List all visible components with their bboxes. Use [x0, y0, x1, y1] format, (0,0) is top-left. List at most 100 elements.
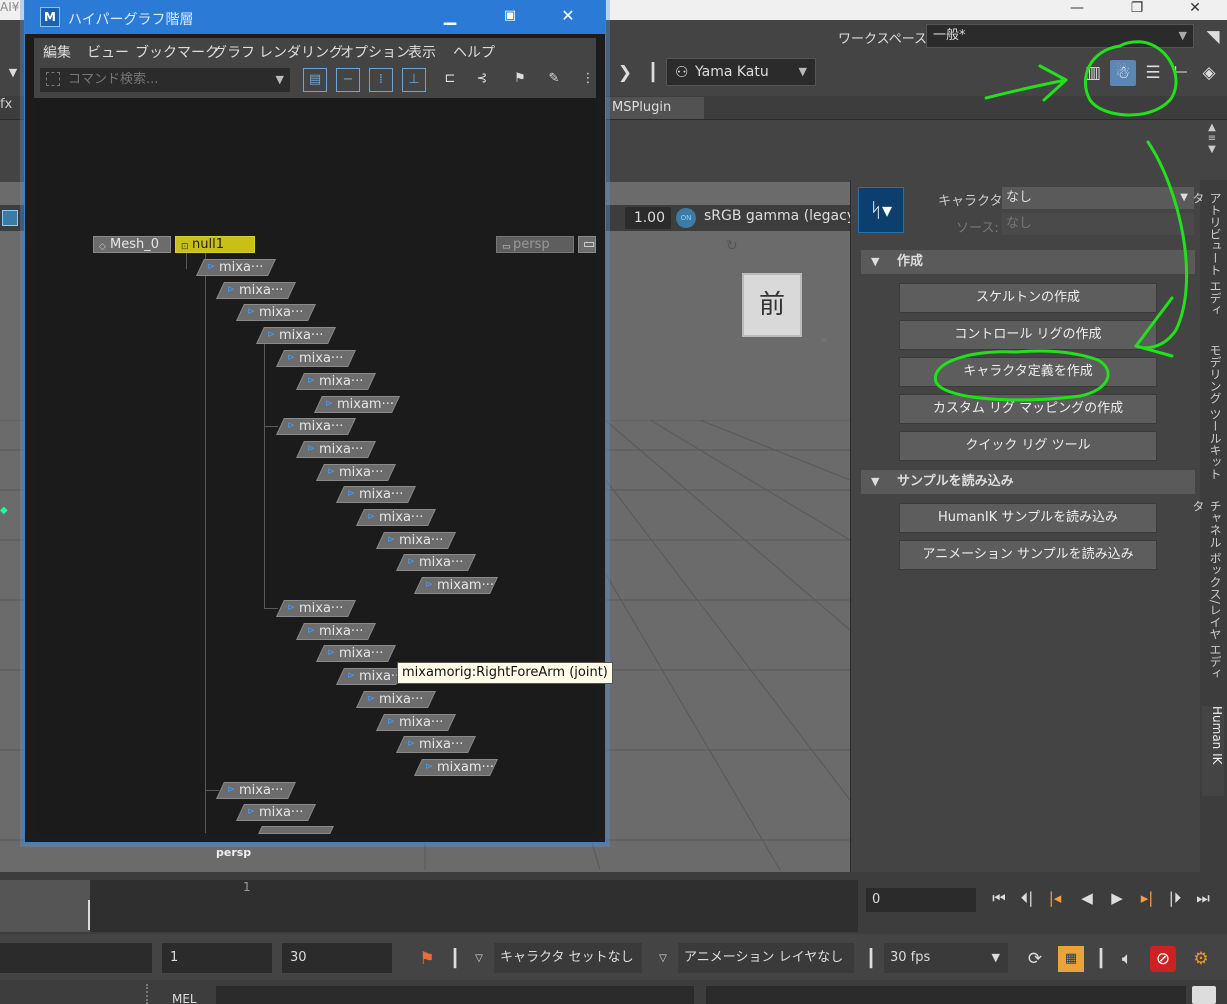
create-control-rig-button[interactable]: コントロール リグの作成	[899, 320, 1157, 350]
menu-help[interactable]: ヘルプ	[453, 42, 495, 62]
section-create[interactable]: ▼ 作成	[861, 250, 1195, 274]
step-forward-icon[interactable]: |⏵	[1162, 886, 1188, 910]
tool-settings-toggle-icon[interactable]: ⊢	[1168, 60, 1194, 86]
cache-toggle-icon[interactable]: ⊘	[1150, 946, 1176, 972]
hg-minimize-button[interactable]: ▁	[430, 4, 470, 30]
hypergraph-canvas[interactable]	[34, 98, 596, 834]
collapse-icon[interactable]: −	[336, 68, 360, 92]
frame-hierarchy-icon[interactable]: ⁞	[369, 68, 393, 92]
settings-runner-icon[interactable]: ⚙	[1188, 946, 1214, 972]
workspace-lock-icon[interactable]: ◥	[1200, 24, 1226, 50]
menu-graph[interactable]: グラフ	[213, 42, 255, 62]
channel-box-toggle-icon[interactable]: ◈	[1196, 60, 1222, 86]
fps-select[interactable]: 30 fps ▼	[884, 943, 1008, 973]
viewcube[interactable]: 前	[742, 273, 802, 337]
dropdown-icon[interactable]: ▼	[0, 60, 26, 86]
restore-button[interactable]: ❐	[1114, 0, 1160, 20]
user-account-button[interactable]: ⚇ Yama Katu ▼	[666, 58, 816, 86]
humanik-logo-icon[interactable]: ᛋ▾	[858, 187, 904, 233]
joint-node[interactable]: ⊳ mixa···	[356, 691, 436, 708]
playback-end-field[interactable]: 30	[282, 943, 392, 973]
node-offscreen[interactable]: ▭	[578, 236, 596, 253]
script-editor-icon[interactable]	[1192, 986, 1216, 1004]
edit-bookmark-icon[interactable]: ✎	[542, 68, 566, 92]
load-humanik-sample-button[interactable]: HumanIK サンプルを読み込み	[899, 503, 1157, 533]
menu-view[interactable]: ビュー	[87, 42, 129, 62]
hg-maximize-button[interactable]: ▣	[490, 4, 530, 30]
tab-human-ik[interactable]: Human IK	[1202, 706, 1224, 796]
joint-node[interactable]: ⊳ mixam···	[414, 759, 498, 776]
joint-node[interactable]: ⊳ mixa···	[216, 782, 296, 799]
animation-layer-select[interactable]: アニメーション レイヤなし	[678, 943, 854, 973]
menu-rendering[interactable]: レンダリング	[259, 42, 343, 62]
play-forward-icon[interactable]: ▶	[1104, 886, 1130, 910]
joint-node[interactable]: ⊳ mixa···	[296, 623, 376, 640]
color-space-label[interactable]: sRGB gamma (legacy)	[704, 208, 850, 224]
mel-label[interactable]: MEL	[172, 992, 197, 1004]
menu-options[interactable]: オプション	[340, 42, 410, 62]
tab-channel-box[interactable]: チャネル ボックス/レイヤ エディタ	[1191, 500, 1224, 690]
step-back-icon[interactable]: ⏴|	[1014, 886, 1040, 910]
joint-node[interactable]: ⊳ mixa···	[276, 600, 356, 617]
character-select[interactable]: なし ▼	[1002, 187, 1194, 209]
menu-show[interactable]: 表示	[408, 42, 436, 62]
character-set-select[interactable]: キャラクタ セットなし	[494, 943, 642, 973]
hg-close-button[interactable]: ✕	[548, 4, 588, 30]
joint-node[interactable]: ⊳ mixa···	[396, 736, 476, 753]
menu-edit[interactable]: 編集	[43, 42, 71, 62]
source-select[interactable]: なし	[1002, 213, 1194, 235]
joint-node[interactable]: ⊳ mixa···	[376, 532, 456, 549]
auto-key-icon[interactable]: ▦	[1058, 946, 1084, 972]
workspace-select[interactable]: 一般* ▼	[926, 24, 1194, 48]
frame-all-icon[interactable]: ▤	[303, 68, 327, 92]
close-button[interactable]: ✕	[1172, 0, 1218, 20]
joint-node[interactable]: ⊳ mixa···	[276, 350, 356, 367]
color-management-toggle[interactable]: ON	[676, 208, 696, 228]
bookmark-icon[interactable]: ⚑	[414, 946, 440, 972]
outliner-toggle-icon[interactable]: ☰	[1140, 60, 1166, 86]
load-animation-sample-button[interactable]: アニメーション サンプルを読み込み	[899, 540, 1157, 570]
define-character-button[interactable]: キャラクタ定義を作成	[899, 357, 1157, 387]
create-skeleton-button[interactable]: スケルトンの作成	[899, 283, 1157, 313]
loop-icon[interactable]: ⟳	[1022, 946, 1048, 972]
more-icon[interactable]: ⋮	[576, 68, 600, 92]
joint-node[interactable]	[258, 826, 334, 834]
playback-start-field[interactable]: 1	[162, 943, 272, 973]
humanik-toggle-icon[interactable]: ☃	[1110, 60, 1136, 86]
play-backward-icon[interactable]: ◀	[1074, 886, 1100, 910]
quick-rig-button[interactable]: クイック リグ ツール	[899, 431, 1157, 461]
go-to-start-icon[interactable]: ⏮	[986, 886, 1012, 910]
chevron-down-icon[interactable]: ▽	[466, 946, 492, 972]
minimize-button[interactable]: —	[1054, 0, 1100, 20]
playhead[interactable]	[88, 900, 90, 930]
current-frame-field[interactable]: 0	[866, 888, 976, 912]
input-output-icon[interactable]: ⊰	[470, 68, 494, 92]
rotate-icon[interactable]: ↻	[726, 238, 738, 254]
joint-node[interactable]: ⊳ mixa···	[316, 464, 396, 481]
joint-node-right-forearm[interactable]: ⊳ mixa···	[336, 668, 404, 685]
node-null1[interactable]: ⊡ null1	[175, 236, 255, 253]
panel-icon[interactable]	[2, 210, 18, 226]
prev-key-icon[interactable]: |◂	[1042, 886, 1068, 910]
joint-node[interactable]: ⊳ mixa···	[376, 714, 456, 731]
joint-node[interactable]: ⊳ mixa···	[196, 259, 276, 276]
shelf-tab-msplugin[interactable]: MSPlugin	[604, 97, 704, 119]
joint-node[interactable]: ⊳ mixam···	[414, 577, 498, 594]
node-mesh[interactable]: ◇ Mesh_0	[93, 236, 171, 253]
next-key-icon[interactable]: ▸|	[1134, 886, 1160, 910]
sound-icon[interactable]: 🔈︎	[1114, 946, 1140, 972]
joint-node[interactable]: ⊳ mixa···	[316, 645, 396, 662]
joint-node[interactable]: ⊳ mixa···	[296, 373, 376, 390]
mel-input[interactable]	[216, 986, 694, 1004]
attribute-editor-toggle-icon[interactable]: ▥	[1080, 60, 1106, 86]
anim-start-field[interactable]	[0, 943, 152, 973]
joint-node[interactable]: ⊳ mixa···	[276, 418, 356, 435]
joint-node[interactable]: ⊳ mixa···	[236, 304, 316, 321]
frame-branch-icon[interactable]: ⊥	[402, 68, 426, 92]
node-persp[interactable]: ▭ persp	[496, 236, 574, 253]
shelf-tab-fx[interactable]: fx	[0, 97, 20, 112]
joint-node[interactable]: ⊳ mixa···	[336, 486, 416, 503]
add-bookmark-icon[interactable]: ⚑	[508, 68, 532, 92]
drag-handle[interactable]	[146, 984, 152, 1004]
gamma-field[interactable]: 1.00	[625, 207, 671, 229]
